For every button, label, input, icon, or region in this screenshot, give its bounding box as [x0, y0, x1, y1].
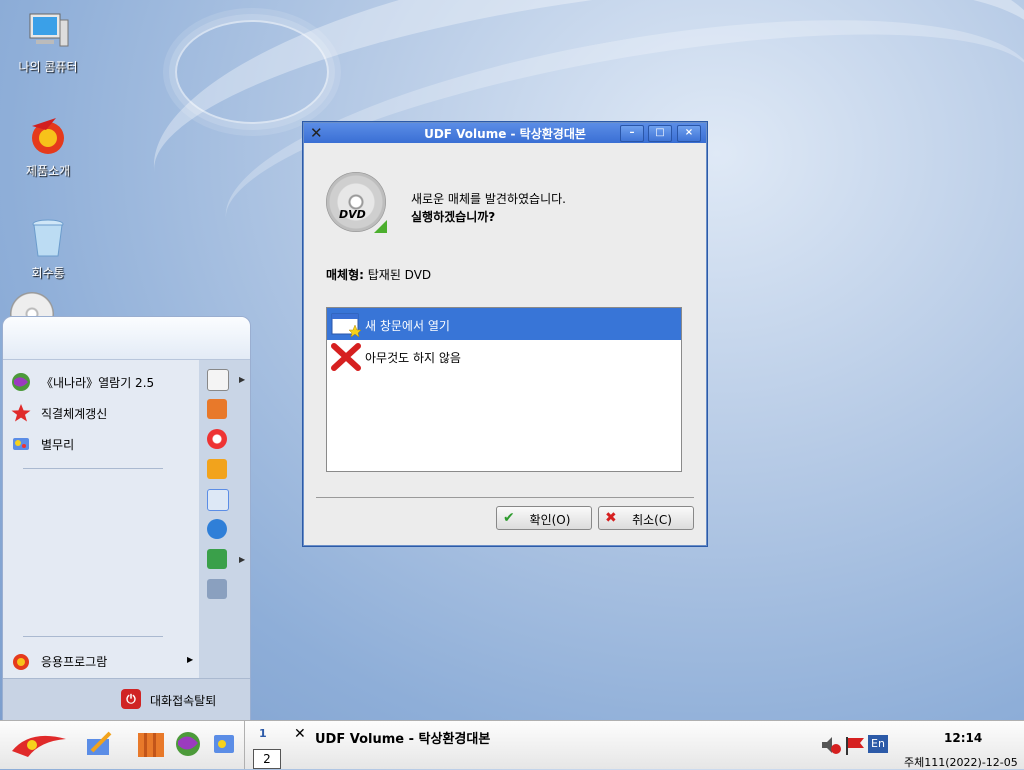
dvd-disc-icon: DVD: [326, 172, 387, 233]
cancel-button-label: 취소(C): [632, 513, 672, 527]
dvd-disc-label: DVD: [339, 208, 366, 221]
workspace-1[interactable]: 1: [259, 727, 267, 740]
workspace-2[interactable]: 2: [253, 749, 281, 769]
cancel-button[interactable]: ✖ 취소(C): [598, 506, 694, 530]
desktop-icon-trash[interactable]: 회수통: [0, 216, 98, 281]
file-manager-icon[interactable]: [136, 729, 166, 759]
start-menu-right-pane: ▶ ▶: [199, 360, 250, 678]
menu-divider: [23, 636, 163, 637]
close-button[interactable]: ×: [677, 125, 701, 142]
dialog-question: 실행하겠습니까?: [411, 210, 496, 224]
text-editor-icon[interactable]: [84, 729, 114, 759]
menu-item-label: 별무리: [41, 438, 75, 452]
product-intro-icon: [26, 114, 70, 158]
ok-button-label: 확인(O): [529, 513, 571, 527]
media-type-label: 매체형:: [326, 268, 364, 282]
documents-icon[interactable]: [207, 369, 229, 391]
menu-divider: [23, 468, 163, 469]
browser-globe-icon: [11, 372, 31, 392]
package-icon[interactable]: [207, 399, 227, 419]
menu-item-label: 직결체계갱신: [41, 407, 108, 421]
action-option-open-window[interactable]: 새 창문에서 열기: [327, 308, 681, 340]
desktop-icon-my-computer[interactable]: 나의 콤퓨터: [0, 10, 98, 75]
help-lifebuoy-icon[interactable]: [207, 429, 227, 449]
taskbar: 1 2 ✕ UDF Volume - 탁상환경대본 En 12:14 주체111…: [0, 720, 1024, 769]
menu-item-applications[interactable]: 응용프로그람 ▶: [11, 651, 197, 671]
logout-label[interactable]: 대화접속탈퇴: [150, 692, 216, 709]
user-icon[interactable]: [207, 549, 227, 569]
minimize-button[interactable]: –: [620, 125, 644, 142]
media-type-row: 매체형: 탑재된 DVD: [326, 266, 431, 283]
action-option-label: 새 창문에서 열기: [365, 319, 450, 333]
trash-icon: [26, 216, 70, 260]
start-menu-footer: ⏻ 대화접속탈퇴: [3, 678, 250, 721]
browser-globe-icon[interactable]: [174, 729, 204, 759]
media-type-value: 탑재된 DVD: [367, 268, 432, 282]
applications-icon: [11, 651, 31, 671]
desktop-icon-label: 나의 콤퓨터: [18, 60, 78, 74]
search-file-icon[interactable]: [207, 489, 229, 511]
start-button[interactable]: [10, 729, 68, 759]
start-menu-left-pane: 《내나라》열람기 2.5 직결체계갱신 별무리 응용프로그람 ▶: [3, 360, 199, 678]
language-indicator[interactable]: En: [868, 735, 888, 753]
system-gear-icon[interactable]: [207, 519, 227, 539]
taskbar-separator: [244, 721, 245, 769]
action-list: 새 창문에서 열기 아무것도 하지 않음: [326, 307, 682, 472]
clock-time[interactable]: 12:14: [944, 731, 982, 745]
media-player-icon[interactable]: [210, 729, 240, 759]
dialog-title: UDF Volume - 탁상환경대본: [424, 127, 586, 141]
maximize-button[interactable]: □: [648, 125, 672, 142]
start-menu-header: [3, 317, 250, 360]
update-star-icon: [11, 403, 31, 423]
computer-icon: [26, 10, 70, 54]
dialog-titlebar[interactable]: ✕ UDF Volume - 탁상환경대본 – □ ×: [304, 123, 706, 143]
menu-item-label: 《내나라》열람기 2.5: [41, 376, 155, 390]
submenu-arrow-icon: ▶: [239, 375, 246, 384]
open-window-icon: [331, 311, 362, 338]
media-detected-dialog: ✕ UDF Volume - 탁상환경대본 – □ × DVD 새로운 매체를 …: [303, 122, 707, 546]
submenu-arrow-icon: ▶: [187, 655, 194, 664]
ok-button[interactable]: ✔ 확인(O): [496, 506, 592, 530]
workspace-pager[interactable]: 1 2: [253, 723, 281, 769]
star-cluster-icon: [11, 434, 31, 454]
desktop-icon-label: 제품소개: [25, 164, 71, 178]
flag-icon[interactable]: [844, 735, 866, 755]
action-option-do-nothing[interactable]: 아무것도 하지 않음: [327, 340, 681, 372]
start-menu: 《내나라》열람기 2.5 직결체계갱신 별무리 응용프로그람 ▶ ▶ ▶ ⏻ 대…: [2, 316, 251, 722]
task-title: UDF Volume - 탁상환경대본: [315, 732, 490, 747]
taskbar-task-udf-volume[interactable]: ✕ UDF Volume - 탁상환경대본: [290, 725, 490, 747]
wallpaper-swirl: [175, 20, 329, 124]
dialog-message: 새로운 매체를 발견하였습니다.: [411, 192, 566, 206]
desktop-icon-product-intro[interactable]: 제품소개: [0, 114, 98, 179]
volume-muted-icon[interactable]: [820, 735, 842, 755]
desktop-icon-label: 회수통: [31, 266, 65, 280]
red-x-icon: [331, 343, 361, 371]
action-option-label: 아무것도 하지 않음: [365, 351, 461, 365]
green-corner-icon: [374, 220, 387, 233]
settings-gears-icon[interactable]: [207, 459, 227, 479]
menu-item-label: 응용프로그람: [41, 655, 108, 669]
power-icon[interactable]: ⏻: [121, 689, 141, 709]
submenu-arrow-icon: ▶: [239, 555, 246, 564]
x-logo-icon: ✕: [294, 726, 306, 742]
dialog-separator: [316, 497, 694, 498]
lock-icon[interactable]: [207, 579, 227, 599]
